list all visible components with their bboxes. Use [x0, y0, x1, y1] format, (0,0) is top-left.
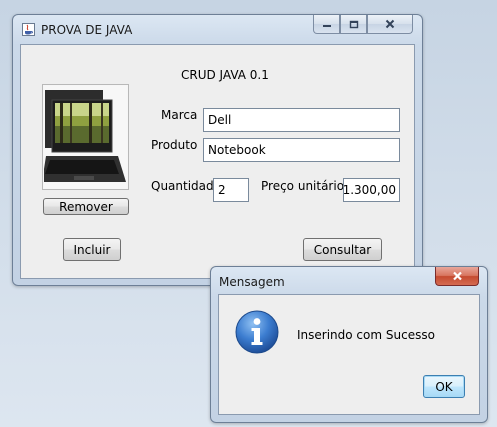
laptop-photo — [42, 86, 127, 191]
app-heading: CRUD JAVA 0.1 — [181, 68, 269, 82]
ok-button[interactable]: OK — [423, 375, 465, 398]
remover-button[interactable]: Remover — [43, 198, 129, 215]
quantidade-label: Quantidade — [151, 179, 222, 193]
close-button[interactable] — [367, 15, 413, 34]
close-icon — [452, 271, 463, 281]
java-app-icon — [22, 23, 35, 36]
close-icon — [385, 19, 395, 29]
dialog-content: Inserindo com Sucesso OK — [218, 294, 480, 415]
incluir-button[interactable]: Incluir — [63, 238, 121, 261]
main-content: CRUD JAVA 0.1 Remover Marca Dell Produto… — [20, 44, 415, 279]
product-photo — [42, 84, 129, 190]
marca-input[interactable]: Dell — [203, 108, 400, 132]
maximize-icon — [349, 20, 359, 29]
dialog-title: Mensagem — [219, 275, 285, 289]
dialog-titlebar[interactable]: Mensagem — [211, 267, 487, 293]
dialog-message: Inserindo com Sucesso — [297, 328, 435, 342]
quantidade-input[interactable]: 2 — [213, 178, 249, 202]
preco-label: Preço unitário — [261, 179, 345, 193]
preco-input[interactable]: 1.300,00 — [343, 178, 400, 202]
maximize-button[interactable] — [340, 15, 367, 34]
info-icon — [234, 309, 280, 355]
message-dialog: Mensagem Inserindo com Sucesso OK — [210, 266, 488, 423]
minimize-icon — [322, 20, 332, 28]
marca-label: Marca — [161, 108, 198, 122]
main-window-title: PROVA DE JAVA — [41, 23, 133, 37]
produto-input[interactable]: Notebook — [203, 138, 400, 162]
dialog-close-button[interactable] — [435, 267, 479, 286]
produto-label: Produto — [151, 138, 198, 152]
main-window: PROVA DE JAVA CRUD JAVA 0.1 Remover Marc… — [12, 14, 423, 286]
consultar-button[interactable]: Consultar — [303, 238, 382, 261]
minimize-button[interactable] — [313, 15, 340, 34]
main-titlebar[interactable]: PROVA DE JAVA — [13, 15, 422, 43]
